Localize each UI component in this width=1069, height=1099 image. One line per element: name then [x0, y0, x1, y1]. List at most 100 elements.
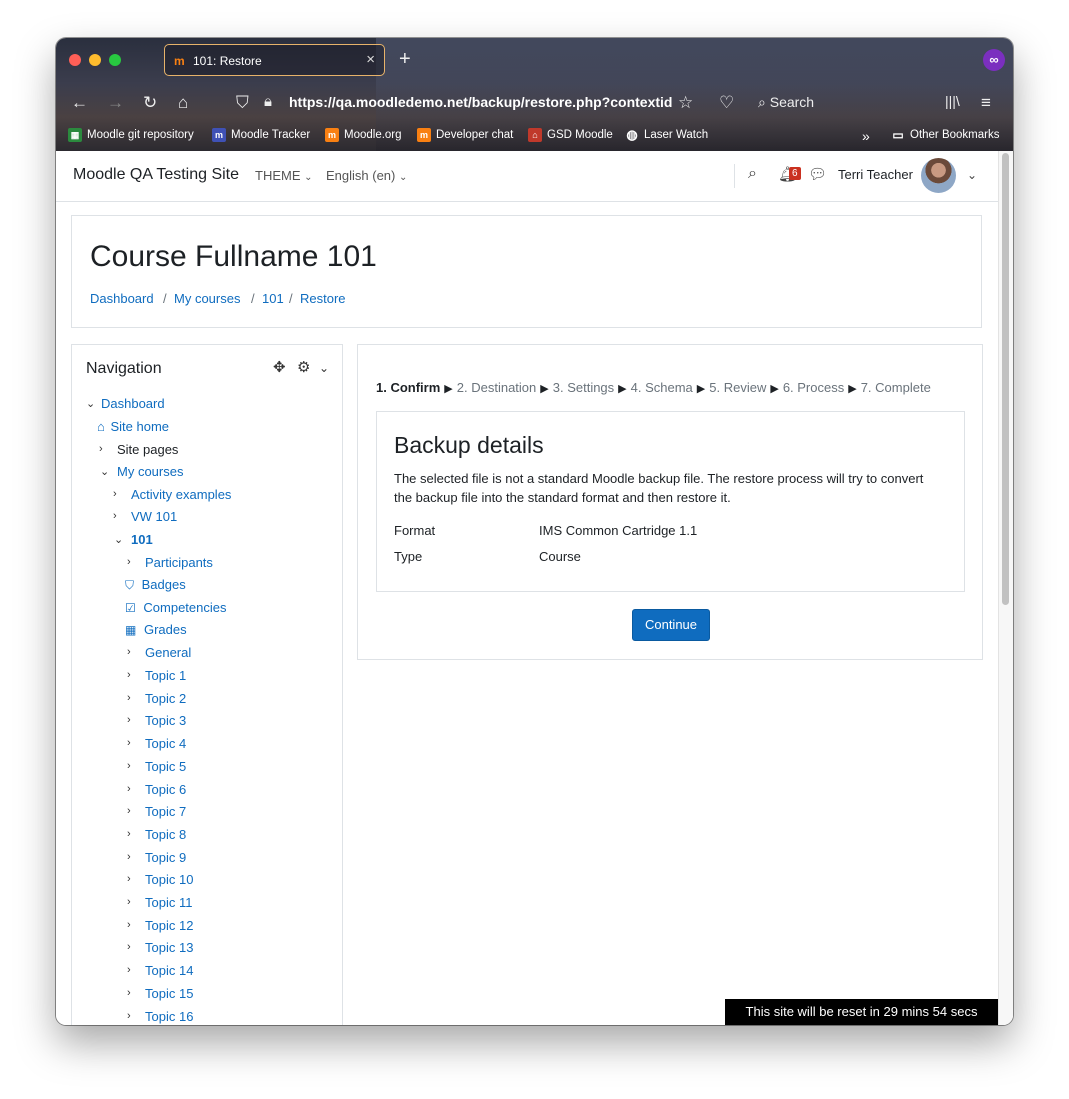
gear-icon[interactable]: ⚙: [297, 358, 310, 376]
other-bookmarks[interactable]: ▭ Other Bookmarks: [891, 128, 999, 142]
breadcrumb-my-courses[interactable]: My courses: [174, 291, 240, 306]
nav-topic[interactable]: › Topic 13: [125, 940, 193, 955]
nav-topic[interactable]: › Topic 5: [125, 759, 186, 774]
nav-course-101[interactable]: ⌄ 101: [111, 532, 153, 547]
page-scrollbar-thumb[interactable]: [1002, 153, 1009, 605]
star-icon[interactable]: ☆: [678, 93, 693, 113]
chevron-right-icon: ›: [127, 759, 131, 772]
chevron-right-icon: ›: [127, 873, 131, 886]
format-label: Format: [394, 523, 436, 538]
breadcrumb-dashboard[interactable]: Dashboard: [90, 291, 154, 306]
continue-button[interactable]: Continue: [632, 609, 710, 641]
site-name[interactable]: Moodle QA Testing Site: [73, 166, 239, 184]
bookmark-moodle-org[interactable]: m Moodle.org: [325, 128, 402, 142]
home-icon[interactable]: ⌂: [178, 93, 188, 113]
private-mask-icon[interactable]: ∞: [983, 49, 1005, 71]
bookmark-laser-watch[interactable]: ◍ Laser Watch: [625, 128, 708, 142]
nav-dashboard[interactable]: ⌄ Dashboard: [86, 396, 165, 411]
close-window-button[interactable]: [69, 54, 81, 66]
checkbox-icon: ☑: [125, 601, 136, 615]
back-icon[interactable]: ←: [71, 93, 88, 113]
theme-menu-label: THEME: [255, 168, 301, 183]
library-icon[interactable]: |||\: [945, 93, 960, 109]
nav-topic[interactable]: › Topic 3: [125, 713, 186, 728]
nav-topic[interactable]: › Topic 10: [125, 872, 193, 887]
tab-title: 101: Restore: [193, 54, 262, 68]
nav-topic[interactable]: › Topic 11: [125, 895, 192, 910]
avatar[interactable]: [921, 158, 956, 193]
nav-my-courses[interactable]: ⌄ My courses: [97, 464, 183, 479]
breadcrumb-separator: /: [163, 291, 167, 306]
other-bookmarks-label: Other Bookmarks: [910, 129, 1000, 141]
nav-topic[interactable]: › Topic 1: [125, 668, 186, 683]
bookmark-label: Moodle git repository: [87, 129, 194, 141]
new-tab-button[interactable]: +: [399, 48, 411, 71]
bookmark-gsd-moodle[interactable]: ⌂ GSD Moodle: [528, 128, 613, 142]
nav-topic[interactable]: › Topic 8: [125, 827, 186, 842]
nav-topic[interactable]: › Topic 2: [125, 691, 186, 706]
nav-topic[interactable]: › Topic 4: [125, 736, 186, 751]
theme-menu[interactable]: THEME ⌄: [255, 168, 313, 183]
url-field[interactable]: https://qa.moodledemo.net/backup/restore…: [289, 94, 672, 110]
step-destination: 2. Destination: [456, 380, 537, 395]
nav-topic-label: Topic 15: [145, 985, 194, 1001]
git-icon: ▦: [68, 128, 82, 142]
forward-icon[interactable]: →: [107, 93, 124, 113]
nav-site-pages[interactable]: › Site pages: [97, 442, 178, 457]
nav-topic[interactable]: › Topic 12: [125, 918, 193, 933]
triangle-right-icon: ▶: [444, 383, 453, 395]
minimize-window-button[interactable]: [89, 54, 101, 66]
language-menu[interactable]: English (en) ⌄: [326, 168, 407, 183]
chevron-down-icon[interactable]: ⌄: [967, 168, 977, 182]
user-name[interactable]: Terri Teacher: [838, 167, 913, 182]
nav-competencies[interactable]: ☑ Competencies: [125, 600, 227, 615]
nav-topic[interactable]: › Topic 16: [125, 1009, 193, 1024]
nav-activity-examples[interactable]: › Activity examples: [111, 487, 231, 502]
reset-notice: This site will be reset in 29 mins 54 se…: [725, 999, 998, 1025]
tab-restore[interactable]: m 101: Restore ×: [164, 44, 385, 76]
lock-icon: 🔒︎: [264, 93, 272, 110]
bookmark-label: GSD Moodle: [547, 129, 613, 141]
site-header: Moodle QA Testing Site THEME ⌄ English (…: [56, 151, 998, 202]
moodle-icon: m: [325, 128, 339, 142]
zoom-window-button[interactable]: [109, 54, 121, 66]
nav-topic[interactable]: › Topic 9: [125, 850, 186, 865]
shield-icon[interactable]: ⛉: [236, 93, 249, 113]
breadcrumb-course[interactable]: 101: [262, 291, 284, 306]
nav-topic[interactable]: › Topic 15: [125, 986, 193, 1001]
bookmark-developer-chat[interactable]: m Developer chat: [417, 128, 513, 142]
nav-grades[interactable]: ▦ Grades: [125, 622, 187, 637]
nav-participants[interactable]: › Participants: [125, 555, 213, 570]
step-review: 5. Review: [709, 380, 767, 395]
nav-topic[interactable]: › Topic 6: [125, 782, 186, 797]
backup-details-box: Backup details The selected file is not …: [376, 411, 965, 592]
nav-vw101[interactable]: › VW 101: [111, 509, 177, 524]
nav-topic[interactable]: › Topic 14: [125, 963, 193, 978]
nav-my-courses-label: My courses: [117, 464, 184, 479]
move-icon[interactable]: ✥: [273, 358, 286, 376]
step-schema: 4. Schema: [630, 380, 693, 395]
chevron-right-icon: ›: [113, 510, 117, 522]
pocket-icon[interactable]: ♡: [719, 93, 734, 113]
nav-topic-label: Topic 2: [145, 690, 187, 706]
chevron-right-icon: ›: [127, 918, 131, 931]
search-bar[interactable]: ⌕ Search: [758, 94, 814, 111]
more-bookmarks-chevron[interactable]: »: [862, 128, 870, 144]
notification-count-badge: 6: [789, 167, 801, 180]
chevron-right-icon: ›: [127, 986, 131, 999]
chevron-down-icon[interactable]: ⌄: [319, 361, 329, 375]
breadcrumb-restore[interactable]: Restore: [300, 291, 346, 306]
nav-general[interactable]: › General: [125, 645, 191, 660]
close-tab-icon[interactable]: ×: [366, 51, 375, 68]
nav-badges[interactable]: ⛉ Badges: [125, 577, 186, 593]
search-icon[interactable]: ⌕: [748, 165, 757, 183]
nav-topic-label: Topic 3: [145, 713, 187, 729]
chat-icon[interactable]: 💬︎: [808, 165, 827, 183]
nav-topic[interactable]: › Topic 7: [125, 804, 186, 819]
home-icon: ⌂: [97, 419, 105, 434]
bookmark-git[interactable]: ▦ Moodle git repository: [68, 128, 194, 142]
reload-icon[interactable]: ↻: [143, 93, 157, 113]
nav-site-home[interactable]: ⌂ Site home: [97, 419, 169, 434]
menu-icon[interactable]: ≡: [981, 93, 991, 113]
bookmark-tracker[interactable]: m Moodle Tracker: [212, 128, 310, 142]
